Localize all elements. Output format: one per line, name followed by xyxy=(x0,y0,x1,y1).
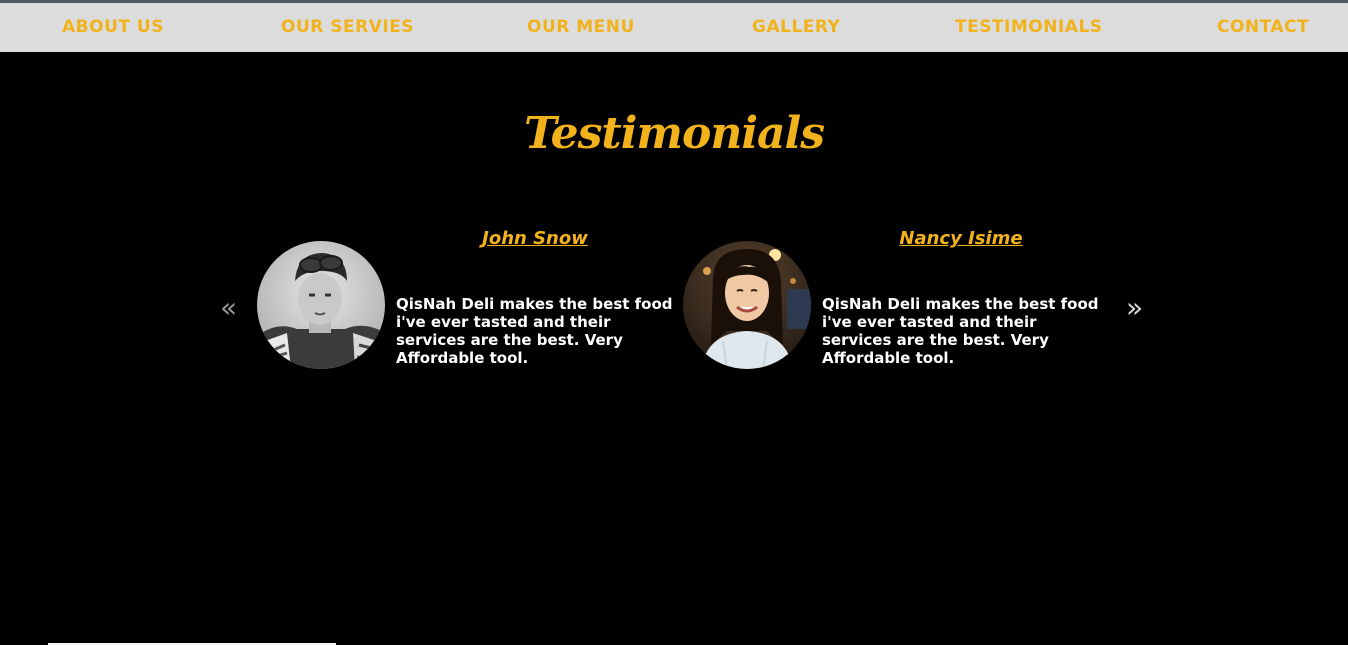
nav-our-menu[interactable]: OUR MENU xyxy=(527,17,635,37)
testimonial-name[interactable]: Nancy Isime xyxy=(821,228,1101,249)
avatar-photo-nancy xyxy=(683,241,811,369)
avatar xyxy=(257,241,385,369)
avatar-photo-john xyxy=(257,241,385,369)
testimonial-name[interactable]: John Snow xyxy=(395,228,675,249)
nav-contact[interactable]: CONTACT xyxy=(1217,17,1309,37)
page: ABOUT US OUR SERVIES OUR MENU GALLERY TE… xyxy=(0,0,1348,645)
nav-testimonials[interactable]: TESTIMONIALS xyxy=(955,17,1103,37)
nav-about-us[interactable]: ABOUT US xyxy=(62,17,164,37)
testimonial-card: John Snow QisNah Deli makes the best foo… xyxy=(257,228,677,378)
avatar xyxy=(683,241,811,369)
nav-our-services[interactable]: OUR SERVIES xyxy=(281,17,414,37)
carousel-next-button[interactable]: » xyxy=(1126,290,1143,326)
navbar: ABOUT US OUR SERVIES OUR MENU GALLERY TE… xyxy=(0,3,1348,52)
carousel-prev-button[interactable]: « xyxy=(220,290,237,326)
nav-gallery[interactable]: GALLERY xyxy=(752,17,840,37)
testimonial-quote: QisNah Deli makes the best food i've eve… xyxy=(822,295,1099,367)
testimonial-quote: QisNah Deli makes the best food i've eve… xyxy=(396,295,673,367)
testimonial-card: Nancy Isime QisNah Deli makes the best f… xyxy=(683,228,1103,378)
testimonials-title: Testimonials xyxy=(523,108,825,159)
